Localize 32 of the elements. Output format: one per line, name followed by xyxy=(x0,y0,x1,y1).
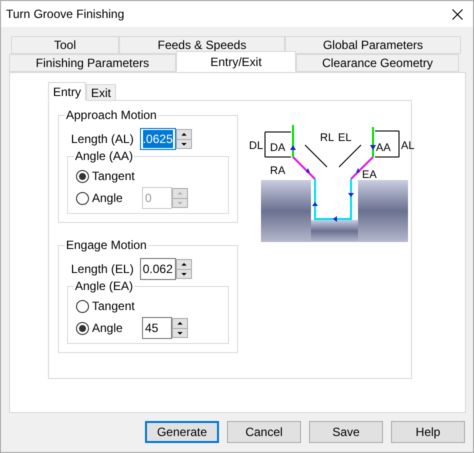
tab[interactable]: Clearance Geometry xyxy=(296,54,459,72)
group-title: Angle (EA) xyxy=(74,279,134,294)
dialog-button[interactable]: Generate xyxy=(145,421,219,443)
radio-label: Tangent xyxy=(92,298,135,315)
tab[interactable]: Global Parameters xyxy=(285,36,461,54)
window-title: Turn Groove Finishing xyxy=(6,6,124,23)
tab[interactable]: Entry/Exit xyxy=(176,51,296,72)
length-label: Length (EL) xyxy=(71,261,134,278)
dialog-button[interactable]: Save xyxy=(309,421,383,443)
tab[interactable]: Tool xyxy=(11,36,119,54)
group-title: Approach Motion xyxy=(65,108,158,123)
spin-buttons[interactable] xyxy=(176,129,192,149)
groove-diagram-drawing: DL DA RL RA EL AA AL EA xyxy=(248,117,418,245)
spin-buttons[interactable] xyxy=(176,259,192,279)
tab[interactable]: Finishing Parameters xyxy=(9,54,176,72)
dialog-button[interactable]: Help xyxy=(391,421,465,443)
length-label: Length (AL) xyxy=(71,131,134,148)
tab[interactable]: Entry xyxy=(48,82,86,101)
number-field[interactable]: 45 xyxy=(142,317,172,339)
tab[interactable]: Exit xyxy=(86,84,116,101)
dialog-button[interactable]: Cancel xyxy=(227,421,301,443)
group-title: Angle (AA) xyxy=(74,149,134,164)
radio-button[interactable] xyxy=(76,300,89,312)
number-field[interactable]: 0.062 xyxy=(140,258,176,280)
number-field[interactable]: .0625 xyxy=(140,128,176,150)
radio-label: Tangent xyxy=(92,168,135,185)
radio-label: Angle xyxy=(92,320,123,337)
radio-label: Angle xyxy=(92,190,123,207)
close-icon[interactable] xyxy=(452,8,463,20)
radio-button[interactable] xyxy=(76,322,89,334)
spin-buttons[interactable] xyxy=(172,318,188,338)
group-title: Engage Motion xyxy=(65,238,148,253)
